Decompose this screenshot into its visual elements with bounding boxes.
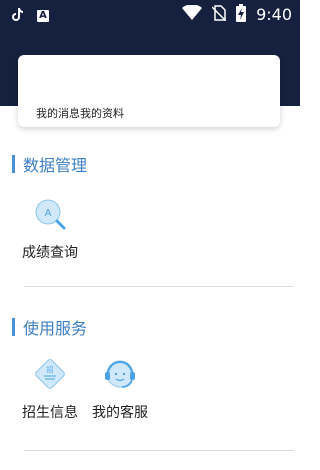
wifi-icon [182, 4, 203, 25]
a-badge-icon: A [37, 9, 49, 22]
no-sim-icon [211, 5, 227, 25]
profile-card: 我的消息我的资料 [18, 55, 280, 127]
section-title-data-management: 数据管理 [12, 152, 87, 176]
section-accent-bar [12, 318, 15, 336]
svg-text:A: A [45, 208, 52, 219]
tile-admissions[interactable]: 招 招生信息 [22, 356, 78, 422]
svg-text:招: 招 [47, 365, 54, 374]
section-title-services: 使用服务 [12, 315, 87, 339]
tile-label: 我的客服 [92, 405, 148, 421]
divider [24, 450, 294, 451]
divider [24, 286, 294, 287]
score-search-icon: A [32, 196, 68, 232]
customer-service-icon [102, 356, 138, 392]
tiktok-icon [12, 6, 23, 25]
section-accent-bar [12, 155, 15, 173]
status-bar: A 9:40 [0, 0, 300, 30]
battery-charging-icon [236, 4, 247, 26]
tile-customer-service[interactable]: 我的客服 [92, 356, 148, 422]
status-time: 9:40 [256, 5, 292, 24]
tile-score-search[interactable]: A 成绩查询 [22, 196, 78, 262]
admissions-icon: 招 [32, 356, 68, 392]
tile-label: 成绩查询 [22, 245, 78, 261]
tile-label: 招生信息 [22, 405, 78, 421]
profile-card-links[interactable]: 我的消息我的资料 [36, 105, 124, 121]
